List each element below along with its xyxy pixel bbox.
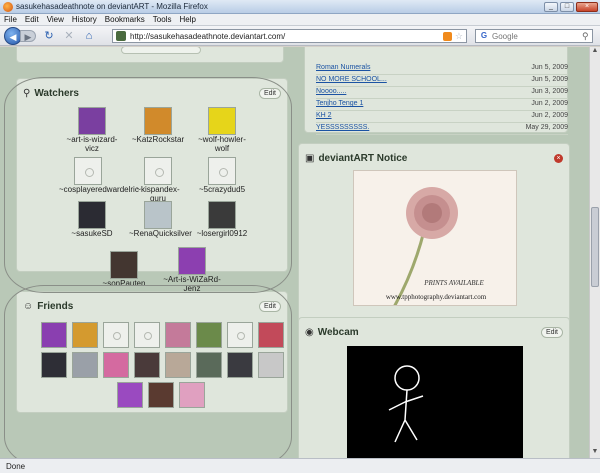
webcam-panel: ◉ Webcam Edit bbox=[298, 317, 570, 458]
close-notice-icon[interactable]: × bbox=[554, 153, 563, 163]
notice-header: ▣ deviantART Notice × bbox=[305, 150, 563, 166]
browse-gallery-button[interactable] bbox=[121, 47, 201, 54]
search-input[interactable] bbox=[492, 31, 582, 41]
scrollbar-thumb[interactable] bbox=[591, 207, 599, 287]
scribble-friends bbox=[4, 285, 292, 458]
webcam-drawing bbox=[388, 365, 424, 443]
status-bar: Done bbox=[0, 458, 600, 473]
webcam-header: ◉ Webcam Edit bbox=[305, 324, 563, 340]
address-url[interactable]: http://sasukehasadeathnote.deviantart.co… bbox=[130, 32, 443, 41]
gallery-panel-bottom bbox=[16, 47, 284, 63]
scribble-watchers bbox=[4, 77, 292, 293]
menu-history[interactable]: History bbox=[72, 15, 97, 24]
scroll-up-icon[interactable]: ▲ bbox=[590, 47, 600, 57]
journal-title[interactable]: Roman Numerals bbox=[316, 64, 370, 74]
page-content: ⚲ Watchers Edit ~art-is-wizard-vicz ~Kat… bbox=[0, 47, 589, 458]
journal-title[interactable]: Noooo..... bbox=[316, 88, 346, 98]
menu-tools[interactable]: Tools bbox=[153, 15, 172, 24]
firefox-icon bbox=[3, 1, 13, 12]
scroll-down-icon[interactable]: ▼ bbox=[590, 448, 600, 458]
forward-button[interactable]: ▶ bbox=[20, 29, 36, 42]
search-bar[interactable]: G ⚲ bbox=[475, 29, 593, 43]
navigation-toolbar: ◀ ▶ ↻ ✕ ⌂ http://sasukehasadeathnote.dev… bbox=[0, 26, 600, 46]
webcam-icon: ◉ bbox=[305, 326, 314, 338]
stop-icon[interactable]: ✕ bbox=[62, 29, 76, 43]
journal-date: Jun 2, 2009 bbox=[531, 112, 568, 119]
webcam-title: Webcam bbox=[317, 326, 359, 338]
prints-available-caption: PRINTS AVAILABLE bbox=[424, 279, 484, 287]
minimize-button[interactable]: _ bbox=[544, 1, 558, 12]
journal-row[interactable]: NO MORE SCHOOL... Jun 5, 2009 bbox=[316, 76, 568, 87]
window-title: sasukehasadeathnote on deviantART - Mozi… bbox=[16, 2, 208, 11]
journal-row[interactable]: Roman Numerals Jun 5, 2009 bbox=[316, 64, 568, 75]
webcam-edit-button[interactable]: Edit bbox=[540, 326, 563, 338]
home-icon[interactable]: ⌂ bbox=[82, 29, 96, 43]
vertical-scrollbar[interactable]: ▲ ▼ bbox=[589, 47, 600, 458]
menu-view[interactable]: View bbox=[47, 15, 64, 24]
menu-file[interactable]: File bbox=[4, 15, 17, 24]
site-favicon-icon bbox=[116, 31, 126, 41]
window-titlebar: sasukehasadeathnote on deviantART - Mozi… bbox=[0, 0, 600, 14]
journal-date: May 29, 2009 bbox=[525, 124, 568, 131]
journal-date: Jun 3, 2009 bbox=[531, 88, 568, 95]
journal-row[interactable]: KH 2 Jun 2, 2009 bbox=[316, 112, 568, 123]
journal-title[interactable]: YESSSSSSSSS. bbox=[316, 124, 369, 134]
journal-title[interactable]: KH 2 bbox=[316, 112, 332, 122]
notice-icon: ▣ bbox=[305, 152, 315, 164]
menu-help[interactable]: Help bbox=[179, 15, 195, 24]
bookmark-star-icon[interactable]: ☆ bbox=[455, 31, 463, 42]
journal-title[interactable]: NO MORE SCHOOL... bbox=[316, 76, 387, 86]
menu-edit[interactable]: Edit bbox=[25, 15, 39, 24]
journal-date: Jun 5, 2009 bbox=[531, 64, 568, 71]
close-window-button[interactable]: × bbox=[576, 1, 598, 12]
rss-feed-icon[interactable] bbox=[442, 31, 452, 41]
address-bar[interactable]: http://sasukehasadeathnote.deviantart.co… bbox=[112, 29, 467, 43]
notice-site-link[interactable]: www.tpphotography.deviantart.com bbox=[356, 293, 516, 301]
notice-title: deviantART Notice bbox=[318, 152, 408, 164]
journal-date: Jun 2, 2009 bbox=[531, 100, 568, 107]
menu-bookmarks[interactable]: Bookmarks bbox=[105, 15, 145, 24]
reload-icon[interactable]: ↻ bbox=[42, 29, 56, 43]
notice-image[interactable]: PRINTS AVAILABLE www.tpphotography.devia… bbox=[353, 170, 517, 306]
journal-row[interactable]: YESSSSSSSSS. May 29, 2009 bbox=[316, 124, 568, 135]
status-text: Done bbox=[6, 461, 26, 471]
maximize-button[interactable]: □ bbox=[560, 1, 574, 12]
search-icon[interactable]: ⚲ bbox=[582, 31, 589, 42]
google-icon[interactable]: G bbox=[478, 31, 490, 41]
journal-date: Jun 5, 2009 bbox=[531, 76, 568, 83]
menu-bar: File Edit View History Bookmarks Tools H… bbox=[0, 14, 600, 26]
webcam-image[interactable] bbox=[347, 346, 523, 458]
journal-row[interactable]: Noooo..... Jun 3, 2009 bbox=[316, 88, 568, 99]
journal-title[interactable]: Tenjho Tenge 1 bbox=[316, 100, 363, 110]
journal-row[interactable]: Tenjho Tenge 1 Jun 2, 2009 bbox=[316, 100, 568, 111]
